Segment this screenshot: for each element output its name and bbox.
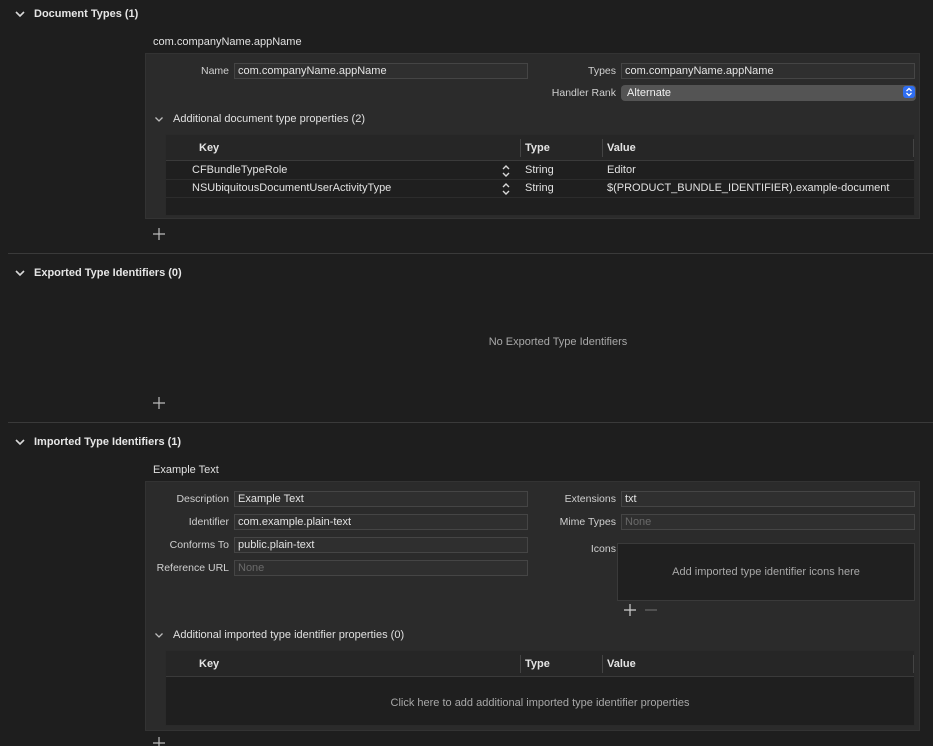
table-row[interactable]: CFBundleTypeRole String Editor <box>166 162 914 180</box>
row-type[interactable]: String <box>525 182 554 194</box>
mime-types-field[interactable]: None <box>621 514 915 530</box>
add-imported-type-icon[interactable] <box>152 736 166 746</box>
column-key[interactable]: Key <box>199 658 219 670</box>
column-value[interactable]: Value <box>607 142 636 154</box>
chevron-down-icon[interactable] <box>14 436 26 448</box>
icons-drop-message: Add imported type identifier icons here <box>672 566 860 578</box>
document-type-title: com.companyName.appName <box>153 36 302 48</box>
mime-types-label: Mime Types <box>559 516 616 528</box>
column-value[interactable]: Value <box>607 658 636 670</box>
chevron-down-icon[interactable] <box>14 267 26 279</box>
row-key[interactable]: NSUbiquitousDocumentUserActivityType <box>192 182 391 194</box>
handler-rank-select[interactable]: Alternate <box>621 85 916 101</box>
table-header: Key Type Value <box>166 135 914 161</box>
additional-imported-properties-header[interactable]: Additional imported type identifier prop… <box>153 629 404 641</box>
description-label: Description <box>176 493 229 505</box>
imported-types-title: Imported Type Identifiers (1) <box>34 436 182 448</box>
extensions-label: Extensions <box>564 493 616 505</box>
add-document-type-icon[interactable] <box>152 227 166 241</box>
remove-icon-icon[interactable] <box>644 603 658 617</box>
table-header: Key Type Value <box>166 651 914 677</box>
handler-rank-value: Alternate <box>627 87 672 99</box>
column-type[interactable]: Type <box>525 142 550 154</box>
additional-doc-properties-header[interactable]: Additional document type properties (2) <box>153 113 365 125</box>
conforms-to-field[interactable]: public.plain-text <box>234 537 528 553</box>
name-field[interactable]: com.companyName.appName <box>234 63 528 79</box>
column-divider[interactable] <box>520 655 521 673</box>
imported-type-title: Example Text <box>153 464 219 476</box>
types-label: Types <box>587 65 616 77</box>
key-stepper-icon[interactable] <box>501 164 511 178</box>
document-types-header[interactable]: Document Types (1) <box>14 6 138 22</box>
document-type-panel: Name com.companyName.appName Types com.c… <box>145 53 920 219</box>
imported-properties-table: Key Type Value Click here to add additio… <box>165 650 915 726</box>
section-divider <box>8 422 933 423</box>
types-field[interactable]: com.companyName.appName <box>621 63 915 79</box>
reference-url-field[interactable]: None <box>234 560 528 576</box>
add-imported-property-prompt[interactable]: Click here to add additional imported ty… <box>166 697 914 709</box>
column-divider[interactable] <box>602 655 603 673</box>
identifier-label: Identifier <box>188 516 229 528</box>
column-divider[interactable] <box>520 139 521 157</box>
icons-label: Icons <box>590 543 616 555</box>
additional-imported-properties-title: Additional imported type identifier prop… <box>173 629 405 641</box>
reference-url-label: Reference URL <box>156 562 229 574</box>
document-types-title: Document Types (1) <box>34 8 139 20</box>
column-divider <box>913 655 914 673</box>
section-divider <box>8 253 933 254</box>
table-row[interactable]: NSUbiquitousDocumentUserActivityType Str… <box>166 180 914 198</box>
imported-types-header[interactable]: Imported Type Identifiers (1) <box>14 434 181 450</box>
additional-doc-properties-title: Additional document type properties (2) <box>173 113 365 125</box>
column-key[interactable]: Key <box>199 142 219 154</box>
exported-types-title: Exported Type Identifiers (0) <box>34 267 182 279</box>
conforms-to-label: Conforms To <box>169 539 229 551</box>
chevron-down-icon[interactable] <box>153 629 165 641</box>
add-exported-type-icon[interactable] <box>152 396 166 410</box>
icons-drop-area[interactable]: Add imported type identifier icons here <box>617 543 915 601</box>
chevron-down-icon[interactable] <box>14 8 26 20</box>
column-divider <box>913 139 914 157</box>
extensions-field[interactable]: txt <box>621 491 915 507</box>
key-stepper-icon[interactable] <box>501 182 511 196</box>
exported-types-header[interactable]: Exported Type Identifiers (0) <box>14 265 182 281</box>
row-value[interactable]: Editor <box>607 164 636 176</box>
row-key[interactable]: CFBundleTypeRole <box>192 164 287 176</box>
identifier-field[interactable]: com.example.plain-text <box>234 514 528 530</box>
chevron-down-icon[interactable] <box>153 113 165 125</box>
column-type[interactable]: Type <box>525 658 550 670</box>
exported-types-empty: No Exported Type Identifiers <box>488 336 628 348</box>
row-type[interactable]: String <box>525 164 554 176</box>
popup-arrows-icon[interactable] <box>903 86 915 98</box>
description-field[interactable]: Example Text <box>234 491 528 507</box>
doc-properties-table: Key Type Value CFBundleTypeRole String E… <box>165 134 915 216</box>
add-icon-icon[interactable] <box>623 603 637 617</box>
handler-rank-label: Handler Rank <box>551 87 616 99</box>
imported-type-panel: Description Example Text Identifier com.… <box>145 481 920 731</box>
name-label: Name <box>200 65 229 77</box>
row-value[interactable]: $(PRODUCT_BUNDLE_IDENTIFIER).example-doc… <box>607 182 889 194</box>
column-divider[interactable] <box>602 139 603 157</box>
